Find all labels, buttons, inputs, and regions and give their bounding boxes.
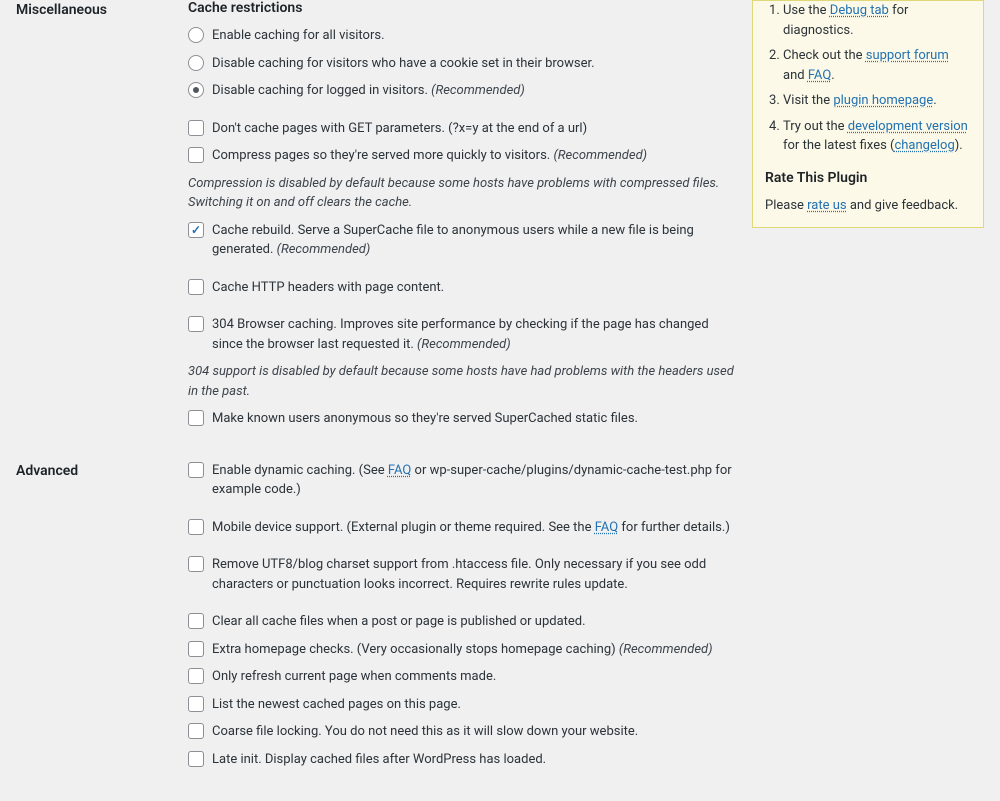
- link-debug-tab[interactable]: Debug tab: [830, 3, 889, 18]
- checkbox-coarse-locking[interactable]: [188, 723, 204, 739]
- checkbox-label: Extra homepage checks. (Very occasionall…: [212, 640, 736, 660]
- list-item: Check out the support forum and FAQ.: [783, 46, 971, 85]
- checkbox-label: Cache rebuild. Serve a SuperCache file t…: [212, 221, 736, 260]
- checkbox-label: Mobile device support. (External plugin …: [212, 518, 736, 538]
- rate-text: Please rate us and give feedback.: [765, 196, 971, 216]
- checkbox-label: Cache HTTP headers with page content.: [212, 278, 736, 298]
- checkbox-label: Don't cache pages with GET parameters. (…: [212, 119, 736, 139]
- radio-disable-logged-in[interactable]: [188, 82, 204, 98]
- section-miscellaneous: Miscellaneous Cache restrictions Enable …: [16, 0, 736, 437]
- link-dev-version[interactable]: development version: [848, 119, 968, 134]
- checkbox-mobile-support[interactable]: [188, 519, 204, 535]
- checkbox-cache-rebuild[interactable]: [188, 222, 204, 238]
- link-plugin-homepage[interactable]: plugin homepage: [833, 93, 933, 108]
- checkbox-late-init[interactable]: [188, 751, 204, 767]
- checkbox-remove-utf8[interactable]: [188, 556, 204, 572]
- checkbox-label: Remove UTF8/blog charset support from .h…: [212, 555, 736, 594]
- checkbox-compress[interactable]: [188, 147, 204, 163]
- help-compress-note: Compression is disabled by default becau…: [188, 174, 736, 213]
- checkbox-label: 304 Browser caching. Improves site perfo…: [212, 315, 736, 354]
- checkbox-http-headers[interactable]: [188, 279, 204, 295]
- link-support-forum[interactable]: support forum: [866, 48, 949, 63]
- checkbox-anon-known-users[interactable]: [188, 410, 204, 426]
- link-rate-us[interactable]: rate us: [807, 198, 846, 213]
- checkbox-label: Compress pages so they're served more qu…: [212, 146, 736, 166]
- checkbox-label: List the newest cached pages on this pag…: [212, 695, 736, 715]
- radio-disable-cookie-visitors[interactable]: [188, 55, 204, 71]
- checkbox-list-cached[interactable]: [188, 696, 204, 712]
- checkbox-label: Coarse file locking. You do not need thi…: [212, 722, 736, 742]
- checkbox-dynamic-caching[interactable]: [188, 462, 204, 478]
- radio-label: Enable caching for all visitors.: [212, 26, 736, 46]
- checkbox-label: Only refresh current page when comments …: [212, 667, 736, 687]
- checkbox-extra-homepage[interactable]: [188, 641, 204, 657]
- radio-label: Disable caching for visitors who have a …: [212, 54, 736, 74]
- checkbox-label: Enable dynamic caching. (See FAQ or wp-s…: [212, 461, 736, 500]
- link-faq[interactable]: FAQ: [388, 463, 411, 478]
- checkbox-label: Late init. Display cached files after Wo…: [212, 750, 736, 770]
- section-label-misc: Miscellaneous: [16, 0, 188, 18]
- checkbox-clear-on-publish[interactable]: [188, 613, 204, 629]
- list-item: Use the Debug tab for diagnostics.: [783, 1, 971, 40]
- list-item: Visit the plugin homepage.: [783, 91, 971, 111]
- checkbox-label: Make known users anonymous so they're se…: [212, 409, 736, 429]
- heading-cache-restrictions: Cache restrictions: [188, 0, 736, 16]
- heading-rate-plugin: Rate This Plugin: [765, 170, 971, 186]
- checkbox-refresh-comments[interactable]: [188, 668, 204, 684]
- section-advanced: Advanced Enable dynamic caching. (See FA…: [16, 461, 736, 778]
- section-label-advanced: Advanced: [16, 461, 188, 479]
- radio-enable-all-visitors[interactable]: [188, 27, 204, 43]
- help-304-note: 304 support is disabled by default becau…: [188, 362, 736, 401]
- link-faq[interactable]: FAQ: [595, 520, 618, 535]
- sidebar-help-box: Use the Debug tab for diagnostics. Check…: [752, 0, 984, 228]
- radio-label: Disable caching for logged in visitors. …: [212, 81, 736, 101]
- list-item: Try out the development version for the …: [783, 117, 971, 156]
- link-faq[interactable]: FAQ: [808, 68, 831, 83]
- checkbox-304-caching[interactable]: [188, 316, 204, 332]
- checkbox-get-params[interactable]: [188, 120, 204, 136]
- link-changelog[interactable]: changelog: [894, 138, 954, 153]
